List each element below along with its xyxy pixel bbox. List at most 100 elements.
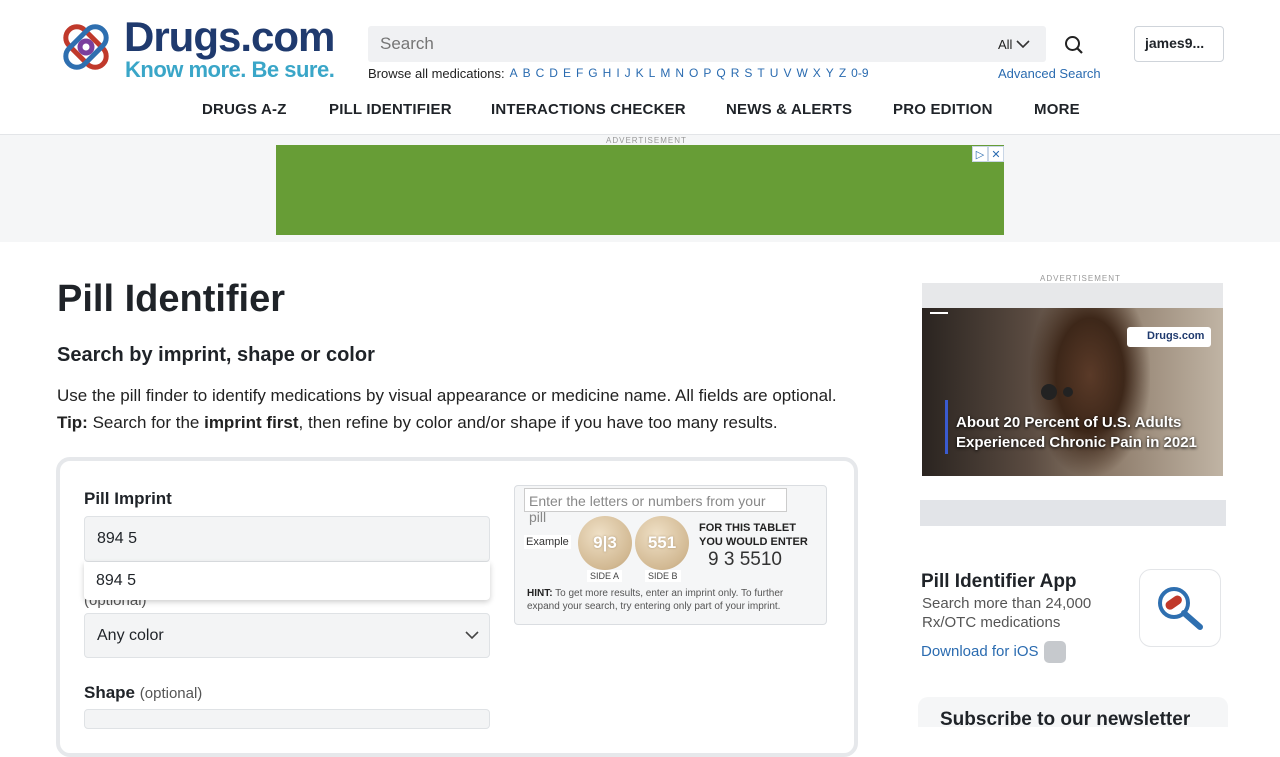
suggestion-text: 894 5 (96, 572, 137, 589)
browse-letter-0-9[interactable]: 0-9 (851, 66, 868, 81)
imprint-suggestion[interactable]: 894 5 (84, 562, 490, 600)
browse-letter-i[interactable]: I (616, 66, 619, 81)
shape-label: Shape (optional) (84, 683, 202, 703)
browse-label: Browse all medications: (368, 66, 505, 81)
nav-more[interactable]: MORE (1034, 101, 1080, 118)
shape-select[interactable] (84, 709, 490, 729)
imprint-value: 894 5 (97, 530, 138, 547)
browse-letter-e[interactable]: E (563, 66, 571, 81)
chevron-down-icon (1016, 40, 1031, 48)
browse-letter-d[interactable]: D (549, 66, 558, 81)
browse-letter-u[interactable]: U (770, 66, 779, 81)
nav-pro-edition[interactable]: PRO EDITION (893, 101, 993, 118)
tip-bold: imprint first (204, 413, 299, 432)
ad-label: ADVERTISEMENT (606, 136, 687, 145)
browse-letter-y[interactable]: Y (826, 66, 834, 81)
browse-letter-x[interactable]: X (813, 66, 821, 81)
browse-letter-j[interactable]: J (625, 66, 631, 81)
browse-letters: A B C D E F G H I J K L M N O P Q R S T U V W X Y Z 0-9 (510, 66, 869, 81)
search-bar (368, 26, 1046, 62)
intro-text: Use the pill finder to identify medicati… (57, 386, 837, 405)
color-value: Any color (97, 627, 164, 644)
example-result: 9 3 5510 (708, 549, 782, 570)
ad-choices[interactable]: ▷ ✕ (972, 146, 1004, 162)
browse-letter-s[interactable]: S (744, 66, 752, 81)
apple-icon[interactable] (1044, 641, 1066, 663)
browse-letter-k[interactable]: K (636, 66, 644, 81)
advanced-search-link[interactable]: Advanced Search (998, 66, 1101, 81)
search-scope-select[interactable]: All (996, 34, 1038, 54)
video-headline-2: Experienced Chronic Pain in 2021 (956, 434, 1197, 451)
logo-wordmark[interactable]: Drugs.com (124, 15, 335, 59)
page-title: Pill Identifier (57, 278, 286, 320)
sidebar-placeholder-bar (920, 500, 1226, 526)
side-b-label: SIDE B (645, 570, 681, 582)
browse-letter-z[interactable]: Z (839, 66, 846, 81)
nav-interactions-checker[interactable]: INTERACTIONS CHECKER (491, 101, 686, 118)
video-accent-bar (945, 400, 948, 454)
logo-tagline: Know more. Be sure. (125, 57, 335, 82)
download-ios-link[interactable]: Download for iOS (921, 643, 1039, 660)
app-promo-line2: Rx/OTC medications (922, 614, 1061, 631)
side-a-label: SIDE A (587, 570, 623, 582)
browse-letter-q[interactable]: Q (716, 66, 725, 81)
section-heading: Search by imprint, shape or color (57, 344, 375, 366)
browse-letter-l[interactable]: L (649, 66, 656, 81)
example-label: Example (524, 535, 571, 549)
newsletter-heading: Subscribe to our newsletter (918, 697, 1228, 727)
browse-letter-g[interactable]: G (588, 66, 597, 81)
you-would-enter: YOU WOULD ENTER (699, 536, 808, 548)
video-brand-badge: Drugs.com (1127, 327, 1211, 347)
search-input[interactable] (380, 33, 440, 55)
browse-letter-r[interactable]: R (731, 66, 740, 81)
user-account-button[interactable]: james9... (1134, 26, 1224, 62)
shape-optional: (optional) (139, 685, 203, 702)
browse-letter-t[interactable]: T (757, 66, 764, 81)
chevron-down-icon (465, 631, 479, 639)
browse-letter-v[interactable]: V (783, 66, 791, 81)
app-promo-title[interactable]: Pill Identifier App (921, 571, 1077, 593)
nav-pill-identifier[interactable]: PILL IDENTIFIER (329, 101, 452, 118)
search-button[interactable] (1061, 32, 1087, 58)
for-this-tablet: FOR THIS TABLET (699, 522, 796, 534)
hint-line1: To get more results, enter an imprint on… (552, 588, 784, 599)
pill-side-b: 551 (635, 516, 689, 570)
imprint-label: Pill Imprint (84, 489, 172, 508)
drugs-com-logo-icon[interactable] (56, 18, 116, 78)
menu-icon[interactable] (930, 312, 948, 314)
hint-line2: expand your search, try entering only pa… (527, 601, 781, 612)
tip-part-b: , then refine by color and/or shape if y… (298, 413, 778, 432)
tip-text: Tip: Search for the imprint first, then … (57, 413, 778, 433)
browse-letter-p[interactable]: P (703, 66, 711, 81)
banner-ad[interactable] (276, 145, 1004, 235)
browse-letter-b[interactable]: B (523, 66, 531, 81)
pill-identifier-app-icon[interactable] (1139, 569, 1221, 647)
nav-news-alerts[interactable]: NEWS & ALERTS (726, 101, 852, 118)
browse-letter-o[interactable]: O (689, 66, 698, 81)
adchoices-icon[interactable]: ▷ (972, 146, 988, 162)
browse-letter-c[interactable]: C (536, 66, 545, 81)
color-select[interactable]: Any color (84, 613, 490, 658)
tip-lead: Tip: (57, 413, 88, 432)
close-icon[interactable]: ✕ (988, 146, 1004, 162)
shape-label-text: Shape (84, 683, 136, 702)
search-scope-value: All (998, 36, 1013, 52)
imprint-input[interactable]: 894 5 (84, 516, 490, 562)
tip-part-a: Search for the (87, 413, 205, 432)
pill-side-a: 9|3 (578, 516, 632, 570)
browse-letter-h[interactable]: H (603, 66, 612, 81)
browse-letter-m[interactable]: M (660, 66, 670, 81)
hint-label: HINT: (527, 588, 553, 599)
video-loading-dots (1041, 384, 1073, 400)
video-headline-1: About 20 Percent of U.S. Adults (956, 414, 1182, 431)
browse-letter-w[interactable]: W (796, 66, 807, 81)
nav-drugs-az[interactable]: DRUGS A-Z (202, 101, 287, 118)
example-input: Enter the letters or numbers from your p… (524, 488, 787, 525)
search-icon (1065, 36, 1083, 54)
hint-text: HINT: To get more results, enter an impr… (527, 587, 819, 613)
browse-letter-f[interactable]: F (576, 66, 583, 81)
browse-letter-a[interactable]: A (510, 66, 518, 81)
browse-medications: Browse all medications: ABCDEFGHIJKLMNOP… (368, 66, 869, 81)
browse-letter-n[interactable]: N (675, 66, 684, 81)
color-dropdown-toggle[interactable] (456, 618, 488, 652)
